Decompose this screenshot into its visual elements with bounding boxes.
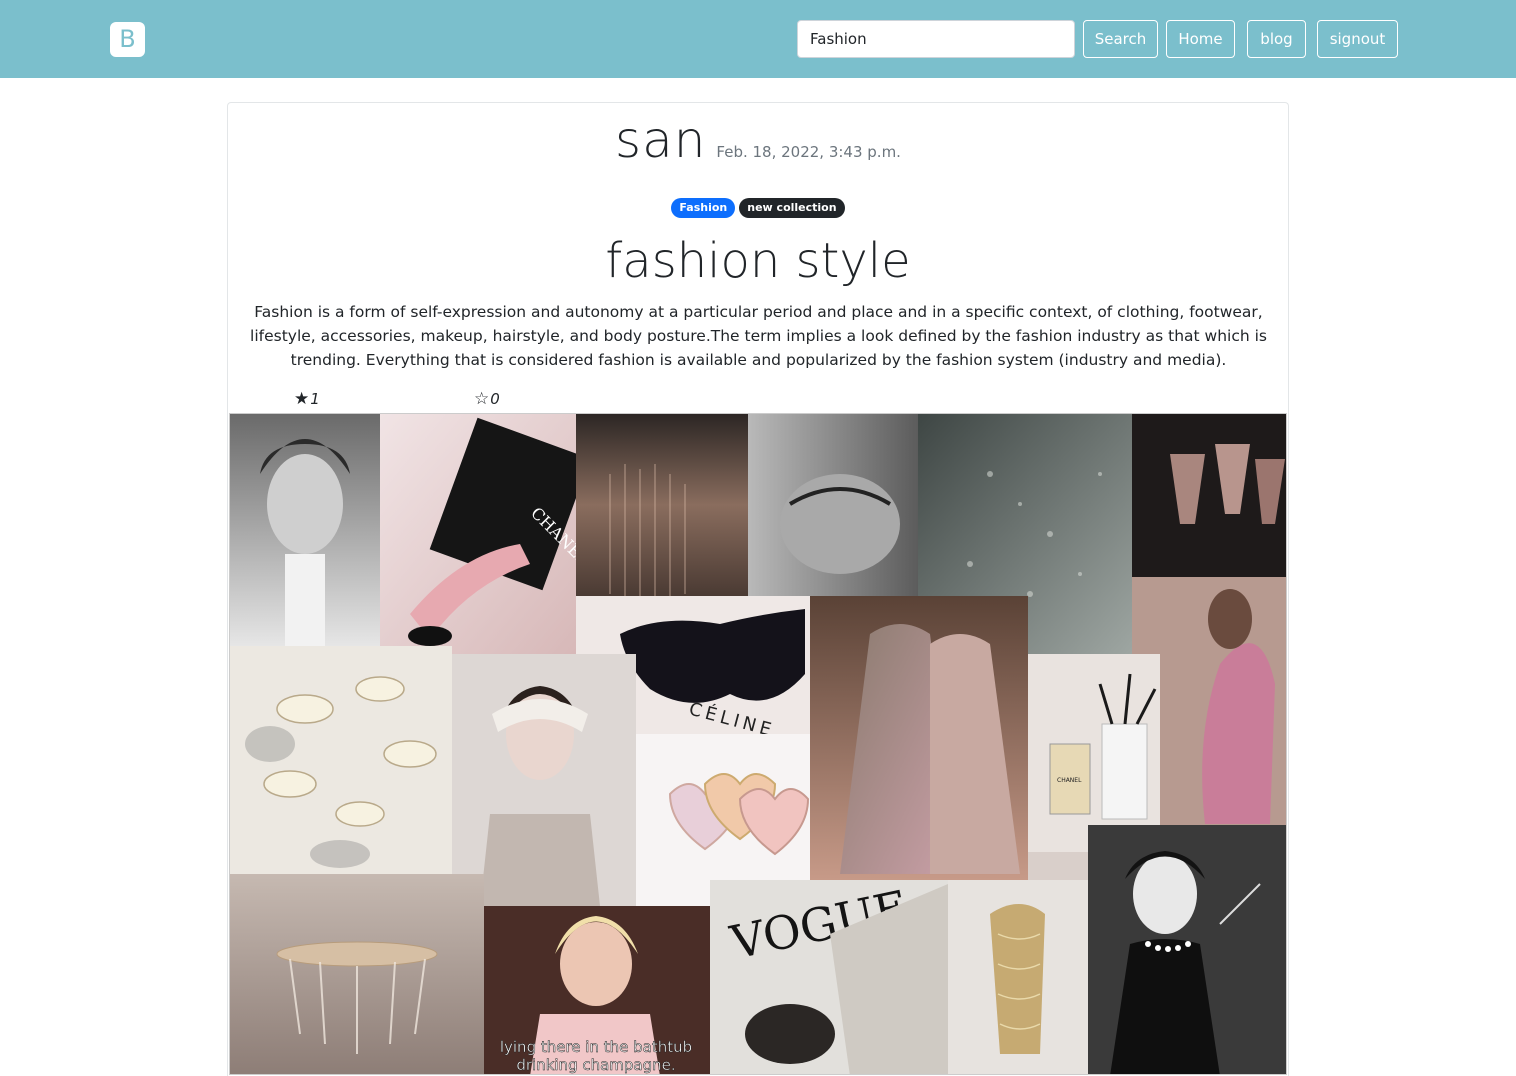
- home-button[interactable]: Home: [1166, 20, 1235, 58]
- star-filled-icon: ★: [294, 389, 310, 409]
- dislike-button[interactable]: ☆0: [474, 389, 500, 411]
- like-count: 1: [310, 390, 320, 408]
- dislike-count: 0: [490, 390, 500, 408]
- tag-badge-new-collection[interactable]: new collection: [739, 198, 845, 218]
- post-author: san: [615, 111, 707, 169]
- tag-badge-fashion[interactable]: Fashion: [671, 198, 736, 218]
- signout-button[interactable]: signout: [1317, 20, 1398, 58]
- post-header: san Feb. 18, 2022, 3:43 p.m.: [228, 111, 1288, 169]
- post-image: CHANEL CÉLINE CHANEL lying there in the …: [229, 413, 1287, 1075]
- like-button[interactable]: ★1: [294, 389, 320, 411]
- search-input[interactable]: [797, 20, 1075, 58]
- svg-text:drinking champagne.: drinking champagne.: [516, 1056, 675, 1074]
- post-card: san Feb. 18, 2022, 3:43 p.m. Fashion new …: [227, 102, 1289, 1076]
- post-date: Feb. 18, 2022, 3:43 p.m.: [716, 143, 901, 161]
- blog-button[interactable]: blog: [1247, 20, 1306, 58]
- navbar: B Search Home blog signout: [0, 0, 1516, 78]
- svg-text:lying there in the bathtub: lying there in the bathtub: [500, 1038, 692, 1056]
- post-title: fashion style: [605, 233, 911, 289]
- brand-logo[interactable]: B: [110, 22, 145, 57]
- post-body: Fashion is a form of self-expression and…: [250, 303, 1267, 369]
- tag-list: Fashion new collection: [228, 198, 1288, 218]
- star-outline-icon: ☆: [474, 389, 490, 409]
- svg-text:CHANEL: CHANEL: [1057, 777, 1082, 784]
- fashion-collage-image: CHANEL CÉLINE CHANEL lying there in the …: [230, 414, 1286, 1074]
- search-button[interactable]: Search: [1083, 20, 1158, 58]
